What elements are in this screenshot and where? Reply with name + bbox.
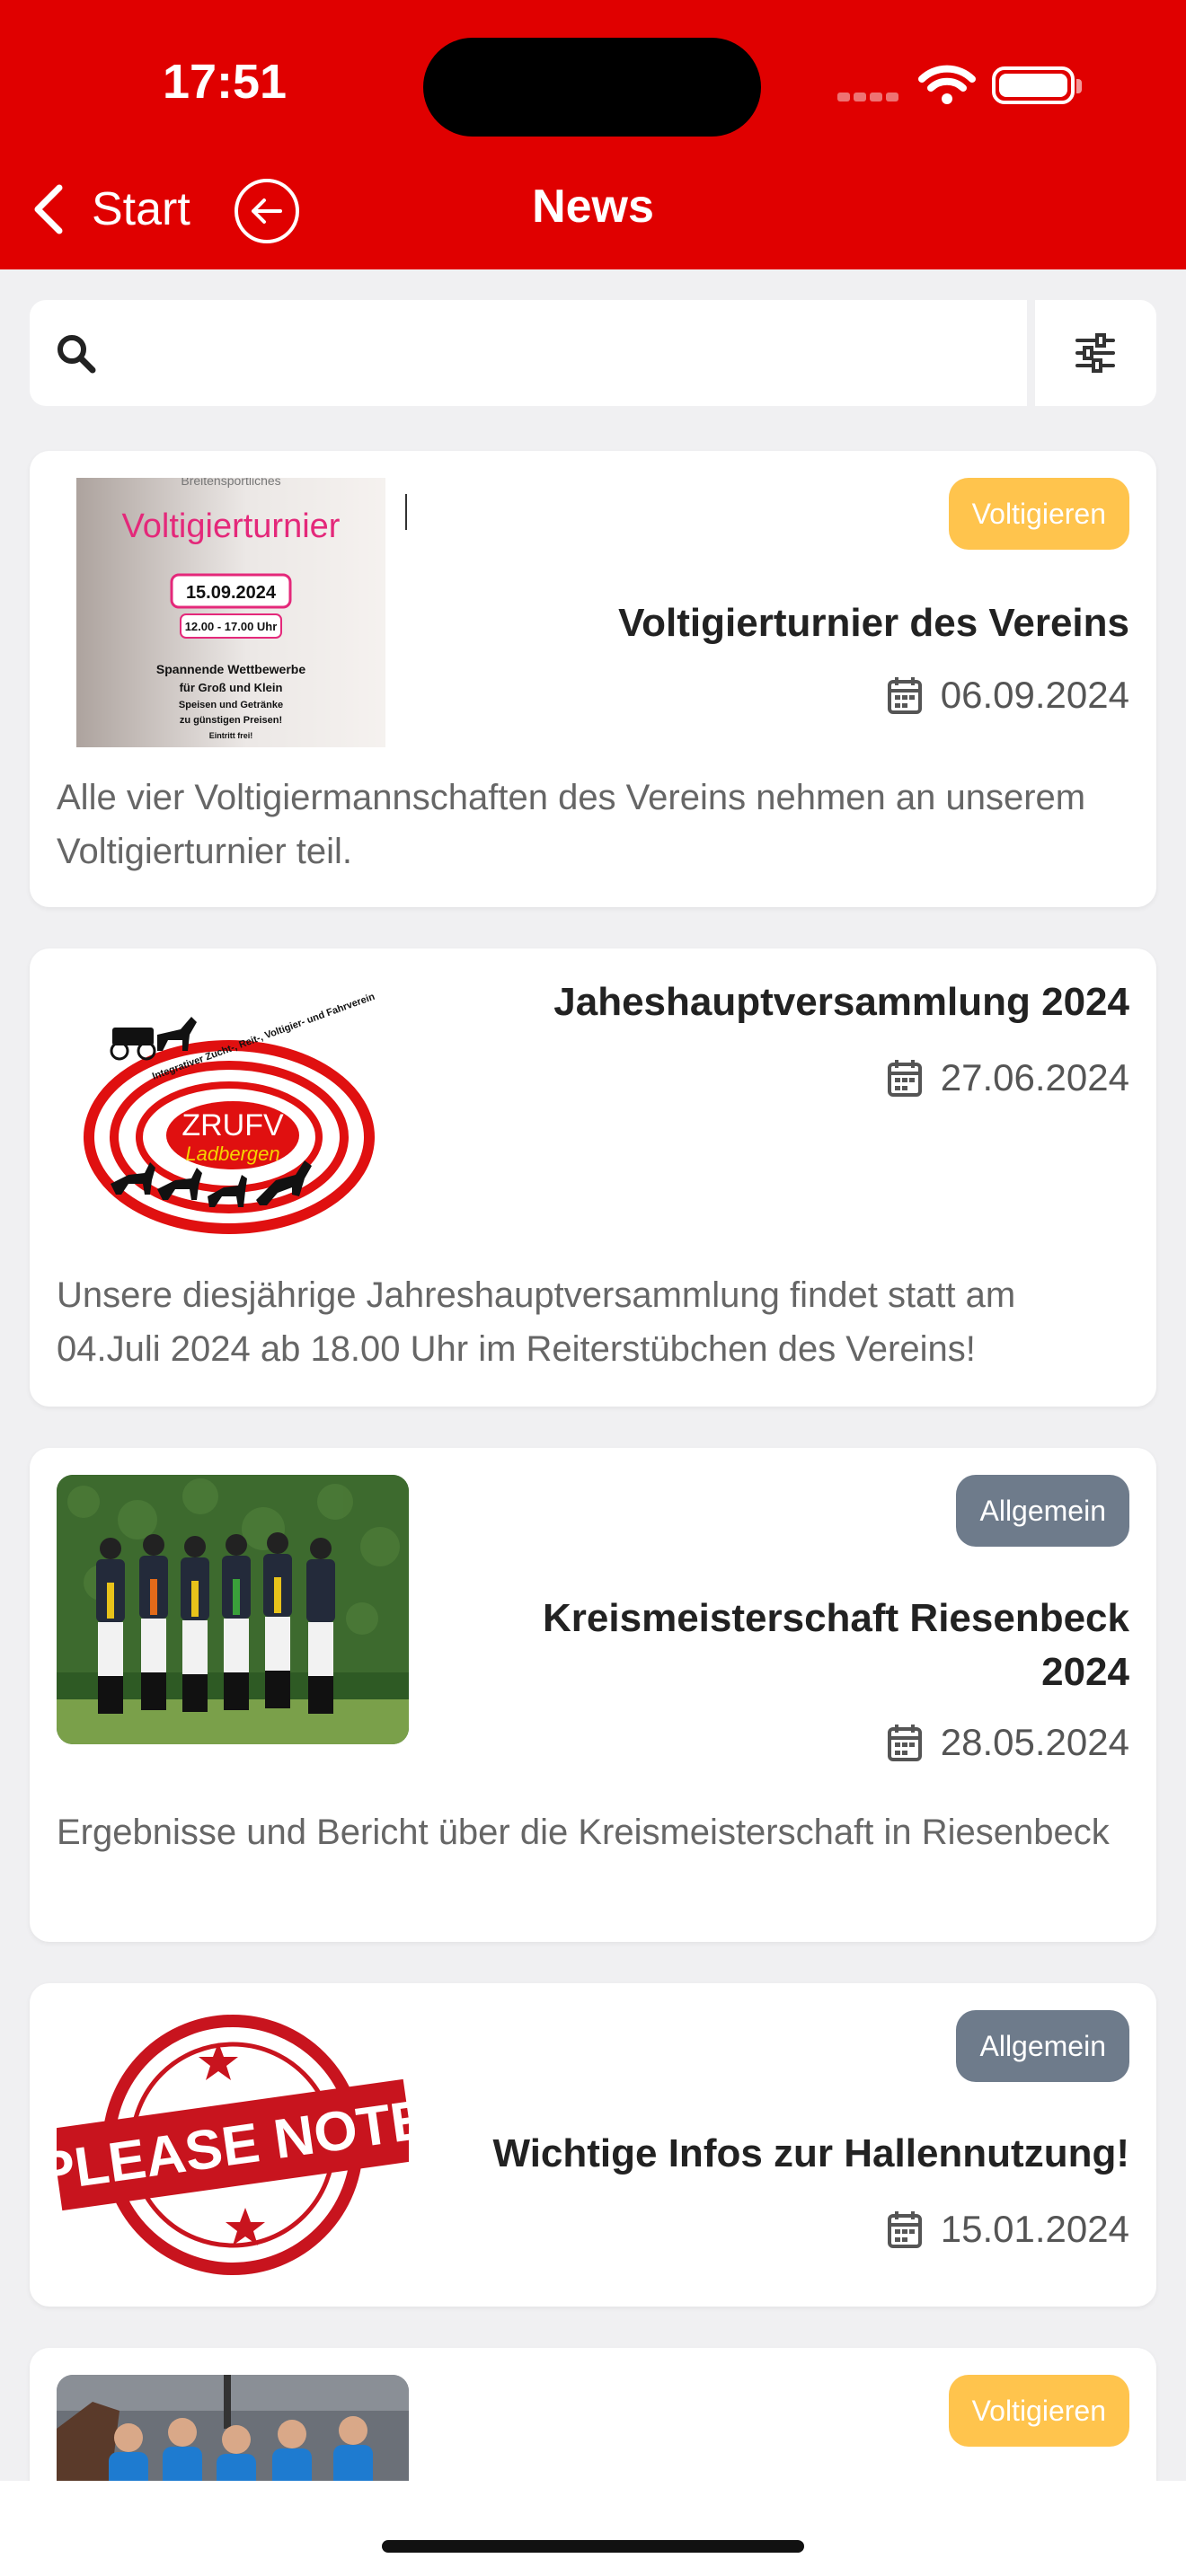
svg-text:Spannende Wettbewerbe: Spannende Wettbewerbe [156,662,305,676]
news-date-text: 27.06.2024 [940,1056,1129,1098]
calendar-icon [887,1725,922,1761]
news-thumbnail: Breitensportliches Voltigierturnier 15.0… [57,478,407,747]
team-photo-image [57,1475,409,1744]
category-badge[interactable]: Voltigieren [948,2375,1129,2447]
logo-name: ZRUFV [181,1108,284,1142]
news-date: 06.09.2024 [887,668,1129,722]
news-summary: Alle vier Voltigiermannschaften des Vere… [57,778,1086,871]
dynamic-island [423,38,761,137]
news-date: 15.01.2024 [887,2202,1129,2256]
news-date-text: 06.09.2024 [940,674,1129,716]
news-title: Voltigierturnier des Vereins [618,601,1129,645]
news-thumbnail: ZRUFV Ladbergen Integrativer Zucht-, Rei… [57,975,409,1245]
sliders-icon [1075,333,1115,373]
news-date-text: 15.01.2024 [940,2208,1129,2250]
battery-icon [992,66,1082,104]
search-bar [30,300,1027,406]
chevron-left-icon [34,184,63,234]
news-title: Kreismeisterschaft Riesenbeck 2024 [543,1596,1129,1694]
event-poster-image: Breitensportliches Voltigierturnier 15.0… [76,478,407,747]
poster-date: 15.09.2024 [186,583,277,603]
news-summary: Ergebnisse und Bericht über die Kreismei… [57,1813,1110,1852]
poster-top: Breitensportliches [181,478,280,488]
home-indicator[interactable] [382,2540,804,2553]
news-card[interactable]: PLEASE NOTE Allgemein Wichtige Infos zur… [30,1983,1156,2307]
news-thumbnail: PLEASE NOTE [57,2010,409,2280]
calendar-icon [887,1060,922,1097]
wifi-icon [918,65,976,104]
page-title: News [532,181,654,233]
bottom-safe-area [0,2481,1186,2576]
news-date: 28.05.2024 [887,1716,1129,1769]
club-logo-image: ZRUFV Ladbergen Integrativer Zucht-, Rei… [84,992,376,1234]
news-card[interactable]: Breitensportliches Voltigierturnier 15.0… [30,451,1156,907]
arrow-left-circle-icon[interactable] [234,178,300,244]
please-note-stamp-image: PLEASE NOTE [57,2015,409,2275]
category-badge[interactable]: Voltigieren [948,478,1129,550]
calendar-icon [887,677,922,714]
news-title: Jaheshauptversammlung 2024 [553,980,1129,1024]
category-badge[interactable]: Allgemein [956,1475,1129,1547]
poster-heading: Voltigierturnier [122,507,341,545]
search-input[interactable] [119,318,1000,388]
svg-text:zu günstigen Preisen!: zu günstigen Preisen! [180,715,282,726]
poster-time: 12.00 - 17.00 Uhr [185,620,278,633]
nav-header: 17:51 Start News [0,0,1186,269]
svg-text:Speisen und Getränke: Speisen und Getränke [179,700,283,710]
svg-text:für Groß und Klein: für Groß und Klein [180,681,283,694]
news-summary: Unsere diesjährige Jahreshauptversammlun… [57,1275,1016,1369]
back-label: Start [92,183,190,235]
back-button[interactable]: Start [31,178,210,241]
svg-text:Eintritt frei!: Eintritt frei! [209,731,253,740]
news-title: Wichtige Infos zur Hallennutzung! [492,2131,1129,2175]
calendar-icon [887,2211,922,2248]
news-date: 27.06.2024 [887,1051,1129,1105]
news-date-text: 28.05.2024 [940,1721,1129,1763]
category-badge[interactable]: Allgemein [956,2010,1129,2082]
news-card[interactable]: ZRUFV Ladbergen Integrativer Zucht-, Rei… [30,948,1156,1407]
status-time: 17:51 [162,55,288,109]
cellular-signal-icon [837,90,902,102]
news-thumbnail [57,1475,409,1744]
search-icon [58,335,96,374]
news-card[interactable]: Allgemein Kreismeisterschaft Riesenbeck … [30,1448,1156,1942]
logo-sub: Ladbergen [185,1142,279,1165]
filter-button[interactable] [1035,300,1156,406]
